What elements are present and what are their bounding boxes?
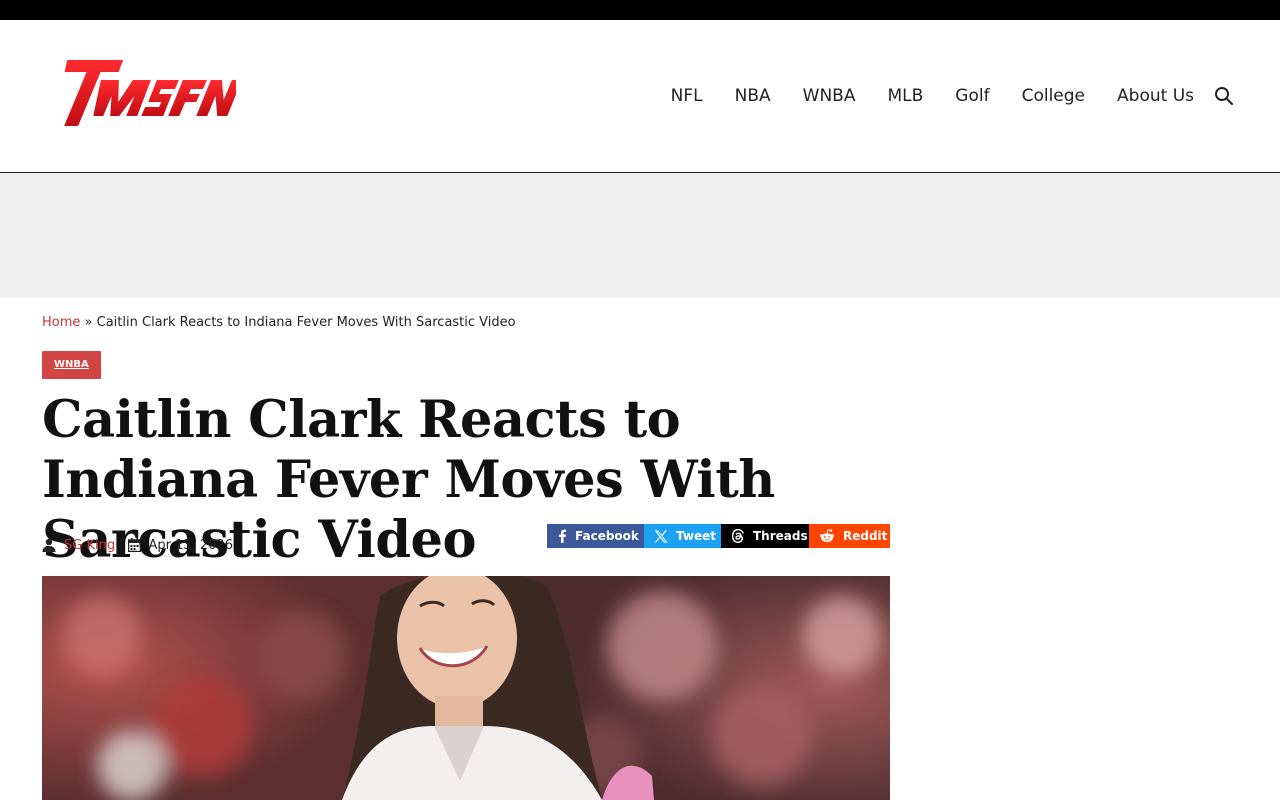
breadcrumb-separator: » bbox=[84, 315, 93, 330]
main-nav: NFL NBA WNBA MLB Golf College About Us bbox=[671, 84, 1194, 108]
calendar-icon bbox=[128, 538, 142, 552]
author-link[interactable]: SG King bbox=[64, 538, 115, 553]
nav-item-nfl[interactable]: NFL bbox=[671, 84, 703, 108]
share-facebook-label: Facebook bbox=[575, 529, 639, 543]
search-button[interactable] bbox=[1213, 85, 1235, 107]
nav-item-mlb[interactable]: MLB bbox=[887, 84, 923, 108]
author-icon bbox=[42, 538, 56, 552]
share-threads-button[interactable]: Threads bbox=[721, 524, 809, 548]
category-badge[interactable]: WNBA bbox=[42, 351, 101, 379]
site-header: NFL NBA WNBA MLB Golf College About Us bbox=[0, 20, 1280, 173]
reddit-icon bbox=[820, 529, 834, 542]
article-meta: SG King | Apr 13, 2026 bbox=[42, 536, 233, 554]
search-icon bbox=[1215, 87, 1233, 105]
site-logo[interactable] bbox=[52, 56, 242, 130]
tmsfn-logo-icon bbox=[64, 60, 242, 126]
nav-item-golf[interactable]: Golf bbox=[955, 84, 989, 108]
advertisement-placeholder bbox=[0, 173, 1280, 298]
breadcrumb-current: Caitlin Clark Reacts to Indiana Fever Mo… bbox=[96, 315, 516, 330]
nav-item-college[interactable]: College bbox=[1022, 84, 1085, 108]
facebook-icon bbox=[558, 529, 567, 543]
meta-separator: | bbox=[119, 537, 124, 553]
nav-item-nba[interactable]: NBA bbox=[735, 84, 771, 108]
breadcrumb: Home » Caitlin Clark Reacts to Indiana F… bbox=[42, 315, 516, 330]
share-reddit-button[interactable]: Reddit bbox=[809, 524, 890, 548]
nav-item-about-us[interactable]: About Us bbox=[1117, 84, 1194, 108]
share-buttons: Facebook Tweet Threads Reddit bbox=[547, 524, 890, 548]
nav-item-wnba[interactable]: WNBA bbox=[803, 84, 856, 108]
hero-photo bbox=[42, 576, 890, 800]
share-twitter-button[interactable]: Tweet bbox=[644, 524, 721, 548]
share-twitter-label: Tweet bbox=[676, 529, 716, 543]
share-threads-label: Threads bbox=[753, 529, 808, 543]
hero-image bbox=[42, 576, 890, 800]
share-facebook-button[interactable]: Facebook bbox=[547, 524, 644, 548]
x-twitter-icon bbox=[654, 530, 668, 542]
publish-date: Apr 13, 2026 bbox=[148, 537, 233, 553]
top-black-bar bbox=[0, 0, 1280, 20]
share-reddit-label: Reddit bbox=[843, 529, 888, 543]
breadcrumb-home-link[interactable]: Home bbox=[42, 315, 80, 330]
threads-icon bbox=[732, 529, 744, 543]
